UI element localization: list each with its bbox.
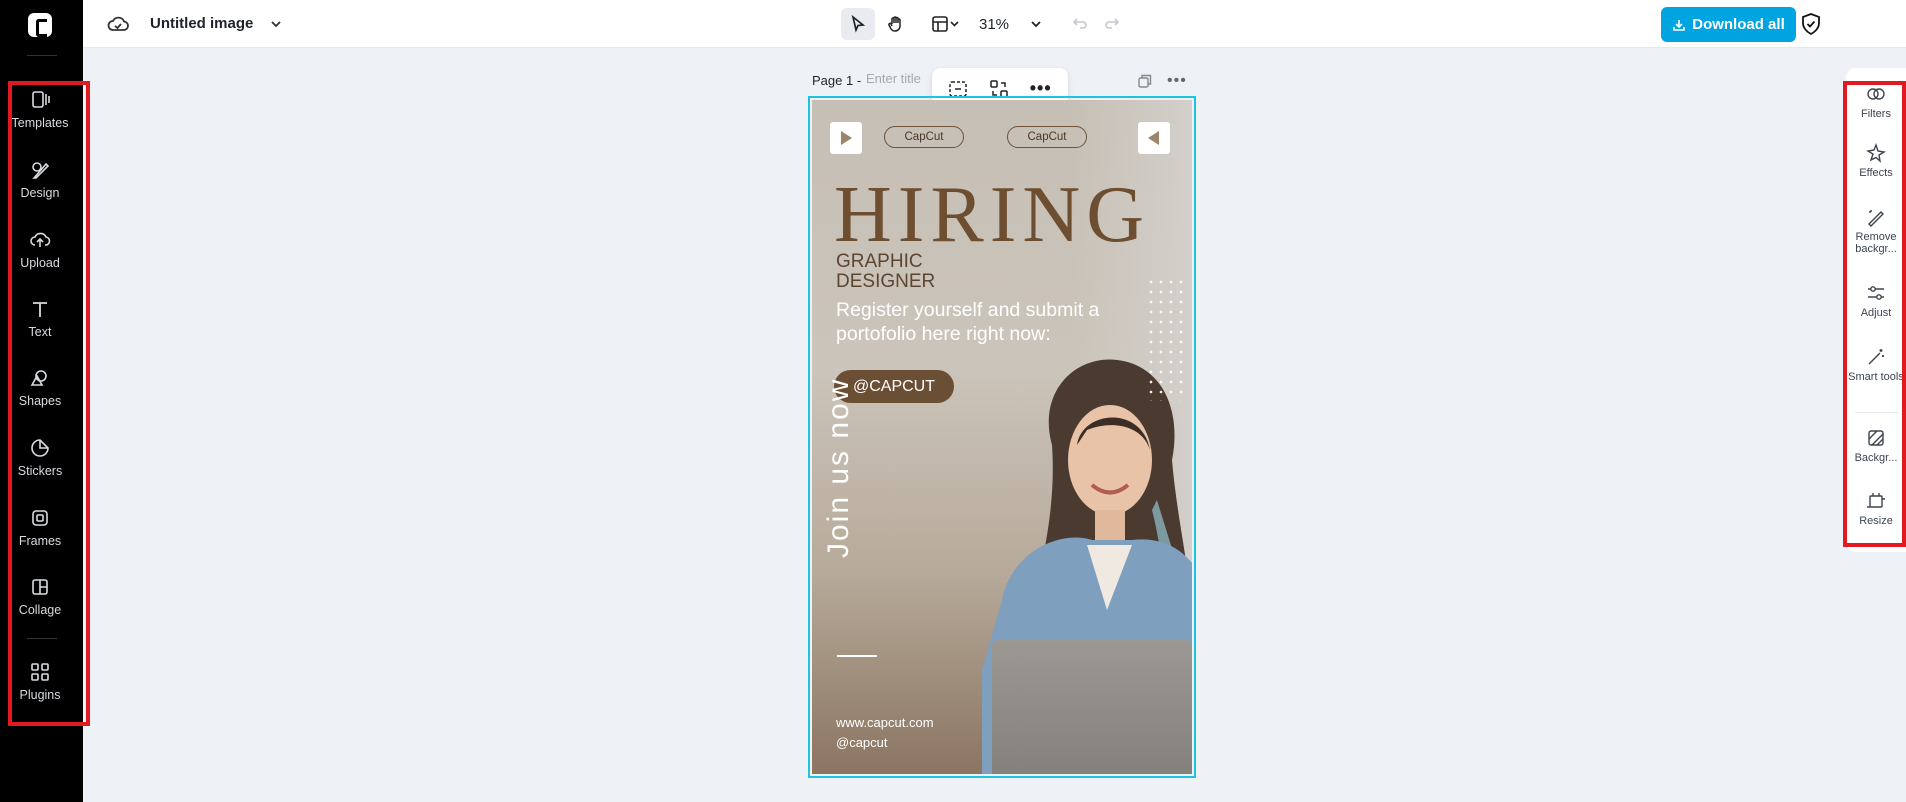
play-left-icon — [1138, 122, 1170, 154]
poster-handle: @capcut — [836, 735, 888, 750]
zoom-chevron-icon[interactable] — [1029, 17, 1043, 31]
poster-website: www.capcut.com — [836, 715, 934, 730]
subhead-line: DESIGNER — [836, 271, 936, 292]
capcut-logo-icon[interactable] — [28, 13, 52, 37]
cursor-icon — [851, 15, 866, 33]
chevron-down-icon[interactable] — [269, 17, 283, 31]
poster-headline: HIRING — [834, 171, 1150, 259]
poster-vertical-text: Join us now — [822, 377, 855, 558]
play-right-icon — [830, 122, 862, 154]
duplicate-page-icon[interactable] — [1137, 73, 1153, 89]
laptop-photo — [992, 640, 1192, 774]
cloud-icon[interactable] — [107, 14, 129, 34]
page-title-input[interactable]: Enter title — [866, 71, 936, 91]
zoom-level[interactable]: 31% — [979, 16, 1009, 33]
download-all-button[interactable]: Download all — [1661, 7, 1796, 42]
poster-pill-right: CapCut — [1007, 126, 1087, 148]
page-more-icon[interactable]: ••• — [1167, 72, 1187, 90]
divider — [27, 55, 57, 56]
highlight-box-left — [8, 81, 90, 726]
redo-icon[interactable] — [1103, 15, 1121, 33]
undo-icon[interactable] — [1071, 15, 1089, 33]
poster-subhead: GRAPHIC DESIGNER — [836, 252, 935, 292]
dot-pattern — [1146, 277, 1186, 401]
poster-body-text: Register yourself and submit a portofoli… — [836, 299, 1100, 345]
divider — [837, 655, 877, 657]
poster-contact: www.capcut.com @capcut — [836, 713, 934, 753]
layout-button[interactable] — [923, 8, 967, 40]
document-title[interactable]: Untitled image — [150, 15, 253, 32]
download-all-label: Download all — [1692, 16, 1785, 33]
poster-canvas[interactable]: CapCut CapCut HIRING GRAPHIC DESIGNER Re… — [812, 100, 1192, 774]
toolbar-center: 31% — [841, 8, 1121, 40]
subhead-line: GRAPHIC — [836, 251, 923, 272]
page-label: Page 1 - — [812, 73, 862, 88]
select-tool-button[interactable] — [841, 8, 875, 40]
top-bar: Untitled image 31% Download all — [83, 0, 1906, 48]
shield-icon[interactable] — [1800, 12, 1822, 36]
hand-tool-button[interactable] — [879, 8, 913, 40]
hand-icon — [888, 16, 901, 32]
download-icon — [1673, 19, 1686, 31]
layout-icon — [932, 16, 959, 32]
poster-pill-left: CapCut — [884, 126, 964, 148]
highlight-box-right — [1843, 81, 1906, 547]
